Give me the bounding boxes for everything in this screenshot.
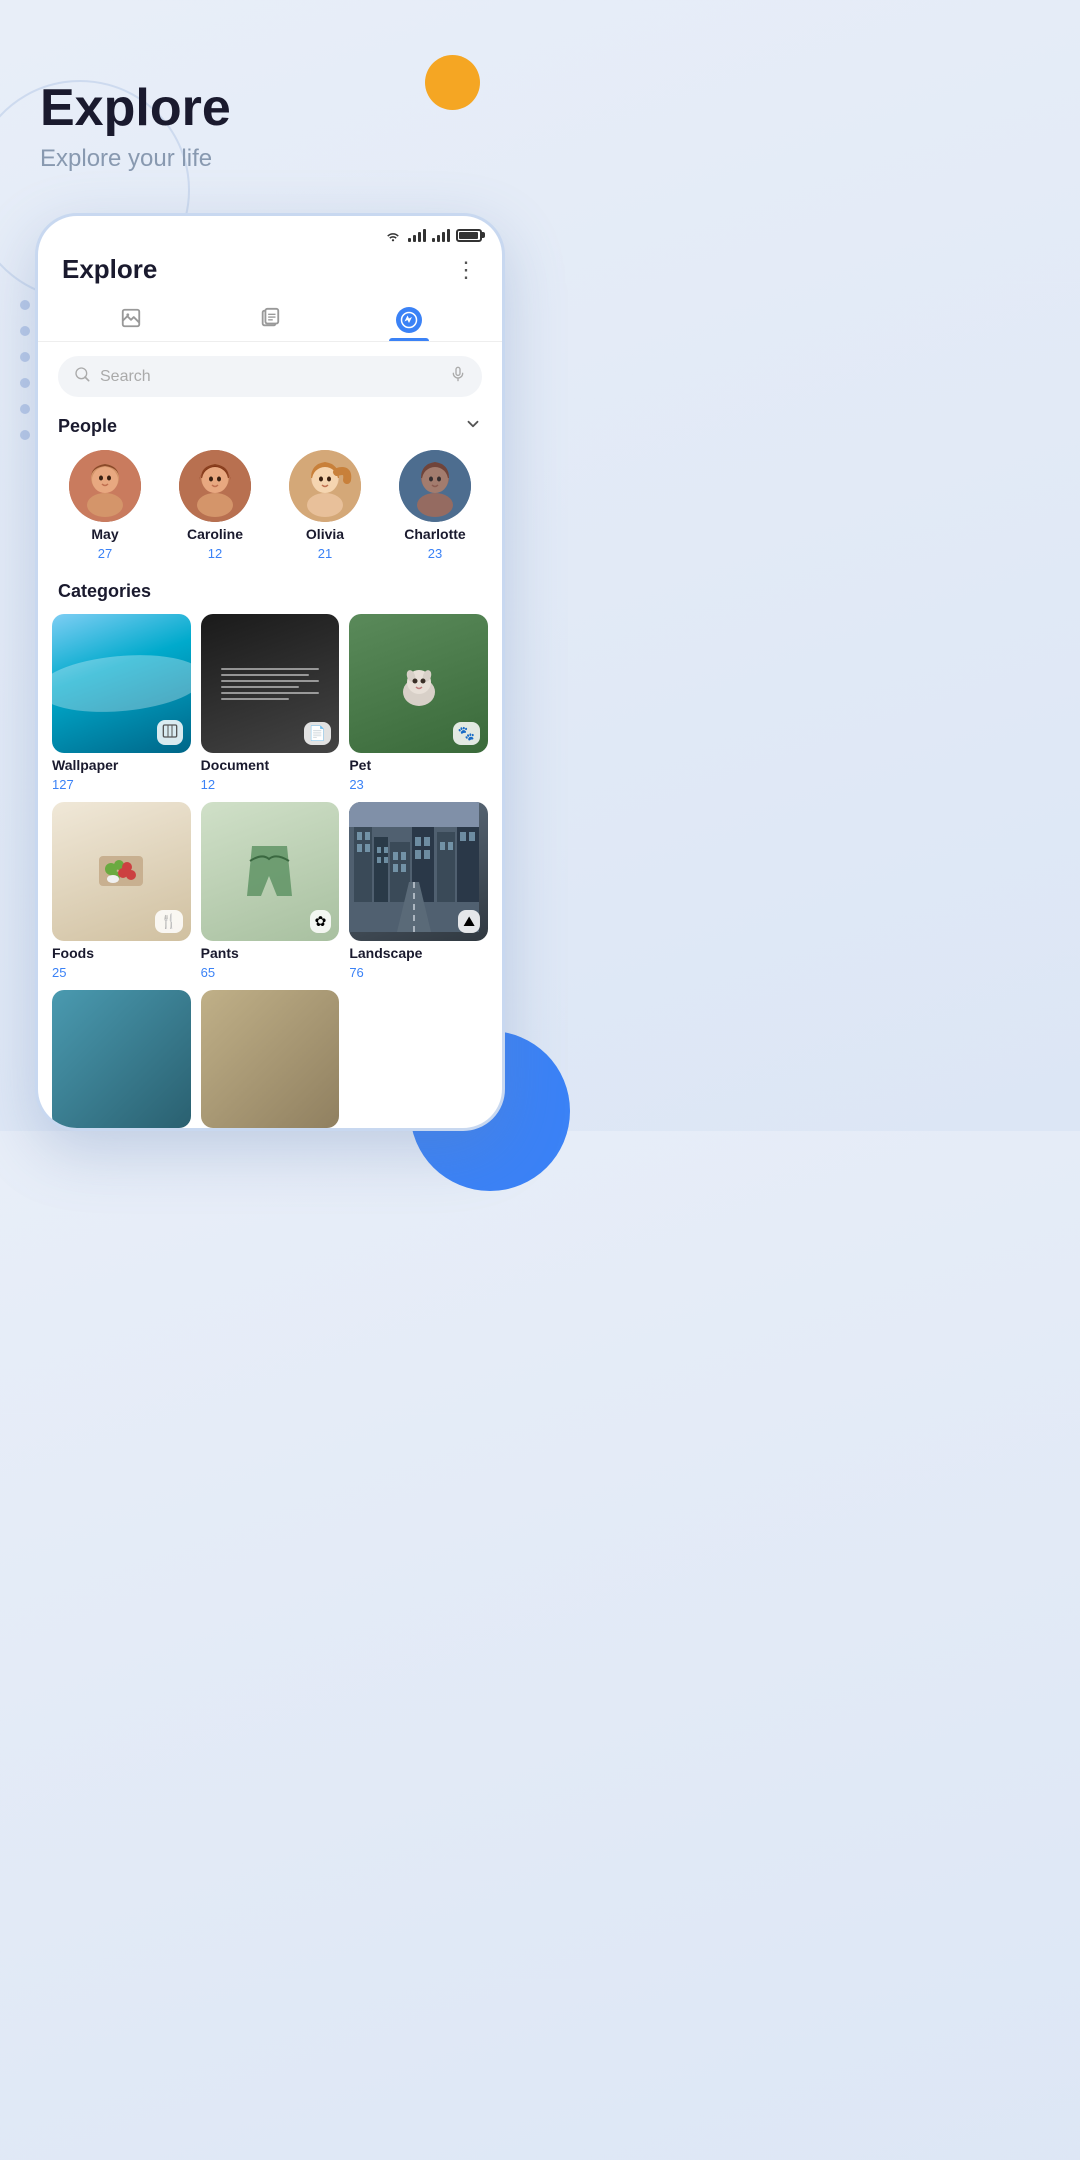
people-section-title: People [58,416,117,437]
status-bar [38,216,502,246]
people-row: May 27 Caroline 12 [38,450,502,577]
people-chevron-icon[interactable] [464,415,482,438]
category-name-document: Document [201,757,340,773]
person-avatar-may [69,450,141,522]
category-thumb-document: 📄 [201,614,340,753]
category-name-pet: Pet [349,757,488,773]
category-pants[interactable]: ✿ Pants 65 [201,802,340,980]
category-name-pants: Pants [201,945,340,961]
person-count-charlotte: 23 [428,546,442,561]
pet-category-icon: 🐾 [453,722,480,745]
category-count-wallpaper: 127 [52,777,191,792]
signal-bars-2 [432,229,450,242]
categories-grid: Wallpaper 127 [38,614,502,979]
person-may[interactable]: May 27 [69,450,141,561]
person-charlotte[interactable]: Charlotte 23 [399,450,471,561]
status-icons [384,228,482,242]
microphone-icon[interactable] [450,366,466,387]
person-name-olivia: Olivia [306,526,344,542]
category-name-wallpaper: Wallpaper [52,757,191,773]
tab-photos[interactable] [62,297,201,341]
category-thumb-wallpaper [52,614,191,753]
person-count-caroline: 12 [208,546,222,561]
category-wallpaper[interactable]: Wallpaper 127 [52,614,191,792]
person-olivia[interactable]: Olivia 21 [289,450,361,561]
menu-button[interactable]: ⋮ [455,257,478,283]
pants-category-icon: ✿ [310,910,332,933]
category-document[interactable]: 📄 Document 12 [201,614,340,792]
page-subtitle: Explore your life [40,145,500,173]
compass-tab-icon [400,311,418,329]
partial-thumb-2 [201,990,340,1129]
category-count-foods: 25 [52,965,191,980]
category-thumb-landscape: ⛰ [349,802,488,941]
person-avatar-caroline [179,450,251,522]
category-pet[interactable]: 🐾 Pet 23 [349,614,488,792]
category-count-landscape: 76 [349,965,488,980]
person-avatar-olivia [289,450,361,522]
person-avatar-charlotte [399,450,471,522]
categories-bottom-partial [38,980,502,1129]
photos-tab-icon [120,307,142,329]
phone-mockup: Explore ⋮ [35,213,505,1131]
category-count-pants: 65 [201,965,340,980]
wifi-icon [384,228,402,242]
search-icon [74,366,90,387]
category-thumb-foods: 🍴 [52,802,191,941]
search-placeholder: Search [100,368,440,386]
categories-section: Categories Wallpaper 127 [38,577,502,1128]
category-count-document: 12 [201,777,340,792]
albums-tab-icon [259,307,281,329]
category-thumb-pet: 🐾 [349,614,488,753]
page-header: Explore Explore your life [0,0,540,203]
person-name-charlotte: Charlotte [404,526,465,542]
category-name-landscape: Landscape [349,945,488,961]
search-bar[interactable]: Search [58,356,482,397]
person-caroline[interactable]: Caroline 12 [179,450,251,561]
tab-bar [38,297,502,342]
app-title: Explore [62,254,157,285]
person-name-may: May [91,526,118,542]
category-count-pet: 23 [349,777,488,792]
people-section-header: People [38,411,502,450]
person-count-may: 27 [98,546,112,561]
app-header: Explore ⋮ [38,246,502,297]
tab-explore[interactable] [339,297,478,341]
category-landscape[interactable]: ⛰ Landscape 76 [349,802,488,980]
battery-icon [456,229,482,242]
landscape-category-icon: ⛰ [458,910,480,933]
partial-thumb-1 [52,990,191,1129]
signal-bars-1 [408,229,426,242]
foods-category-icon: 🍴 [155,910,182,933]
category-name-foods: Foods [52,945,191,961]
category-thumb-pants: ✿ [201,802,340,941]
tab-albums[interactable] [201,297,340,341]
person-count-olivia: 21 [318,546,332,561]
person-name-caroline: Caroline [187,526,243,542]
wallpaper-category-icon [157,720,183,745]
document-category-icon: 📄 [304,722,331,745]
page-title: Explore [40,80,500,137]
category-foods[interactable]: 🍴 Foods 25 [52,802,191,980]
categories-section-title: Categories [38,581,502,614]
